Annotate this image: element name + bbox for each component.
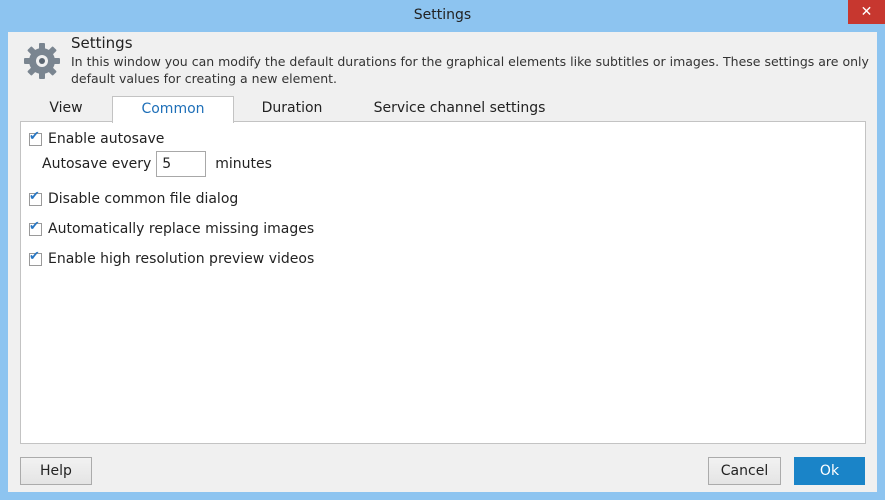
autosave-interval-row: Autosave every 5 minutes [42, 150, 272, 178]
autosave-prefix-label: Autosave every [42, 156, 152, 172]
replace-missing-images-option[interactable]: ✔ Automatically replace missing images [29, 219, 314, 239]
tab-strip: View Common Duration Service channel set… [20, 96, 865, 123]
tab-duration[interactable]: Duration [232, 96, 352, 121]
ok-button[interactable]: Ok [794, 457, 865, 485]
close-icon: ✕ [860, 4, 873, 20]
enable-autosave-label: Enable autosave [48, 131, 165, 147]
cancel-button[interactable]: Cancel [708, 457, 781, 485]
checkmark-icon: ✔ [29, 218, 40, 234]
dialog-body: Settings In this window you can modify t… [8, 32, 877, 492]
checkmark-icon: ✔ [29, 248, 40, 264]
close-button[interactable]: ✕ [848, 0, 885, 24]
high-res-preview-checkbox[interactable]: ✔ [29, 249, 42, 266]
tab-view[interactable]: View [20, 96, 112, 121]
header-description: In this window you can modify the defaul… [71, 54, 869, 86]
disable-file-dialog-checkbox[interactable]: ✔ [29, 189, 42, 206]
window-title: Settings [413, 7, 472, 23]
high-res-preview-option[interactable]: ✔ Enable high resolution preview videos [29, 249, 314, 269]
enable-autosave-option[interactable]: ✔ Enable autosave [29, 129, 164, 149]
disable-file-dialog-label: Disable common file dialog [48, 191, 239, 207]
gear-icon [24, 43, 60, 79]
tab-service-channel-settings[interactable]: Service channel settings [352, 96, 567, 121]
header-title: Settings [71, 34, 133, 52]
common-settings-panel: ✔ Enable autosave Autosave every 5 minut… [20, 121, 866, 444]
checkmark-icon: ✔ [29, 128, 40, 144]
settings-window: Settings ✕ Settings In this window you c… [0, 0, 885, 500]
enable-autosave-checkbox[interactable]: ✔ [29, 129, 42, 146]
replace-missing-images-label: Automatically replace missing images [48, 221, 315, 237]
checkmark-icon: ✔ [29, 188, 40, 204]
disable-file-dialog-option[interactable]: ✔ Disable common file dialog [29, 189, 238, 209]
title-bar[interactable]: Settings ✕ [0, 0, 885, 32]
autosave-minutes-input[interactable]: 5 [156, 151, 207, 177]
help-button[interactable]: Help [20, 457, 92, 485]
high-res-preview-label: Enable high resolution preview videos [48, 251, 315, 267]
autosave-suffix-label: minutes [215, 156, 272, 172]
tab-common[interactable]: Common [112, 96, 234, 123]
replace-missing-images-checkbox[interactable]: ✔ [29, 219, 42, 236]
